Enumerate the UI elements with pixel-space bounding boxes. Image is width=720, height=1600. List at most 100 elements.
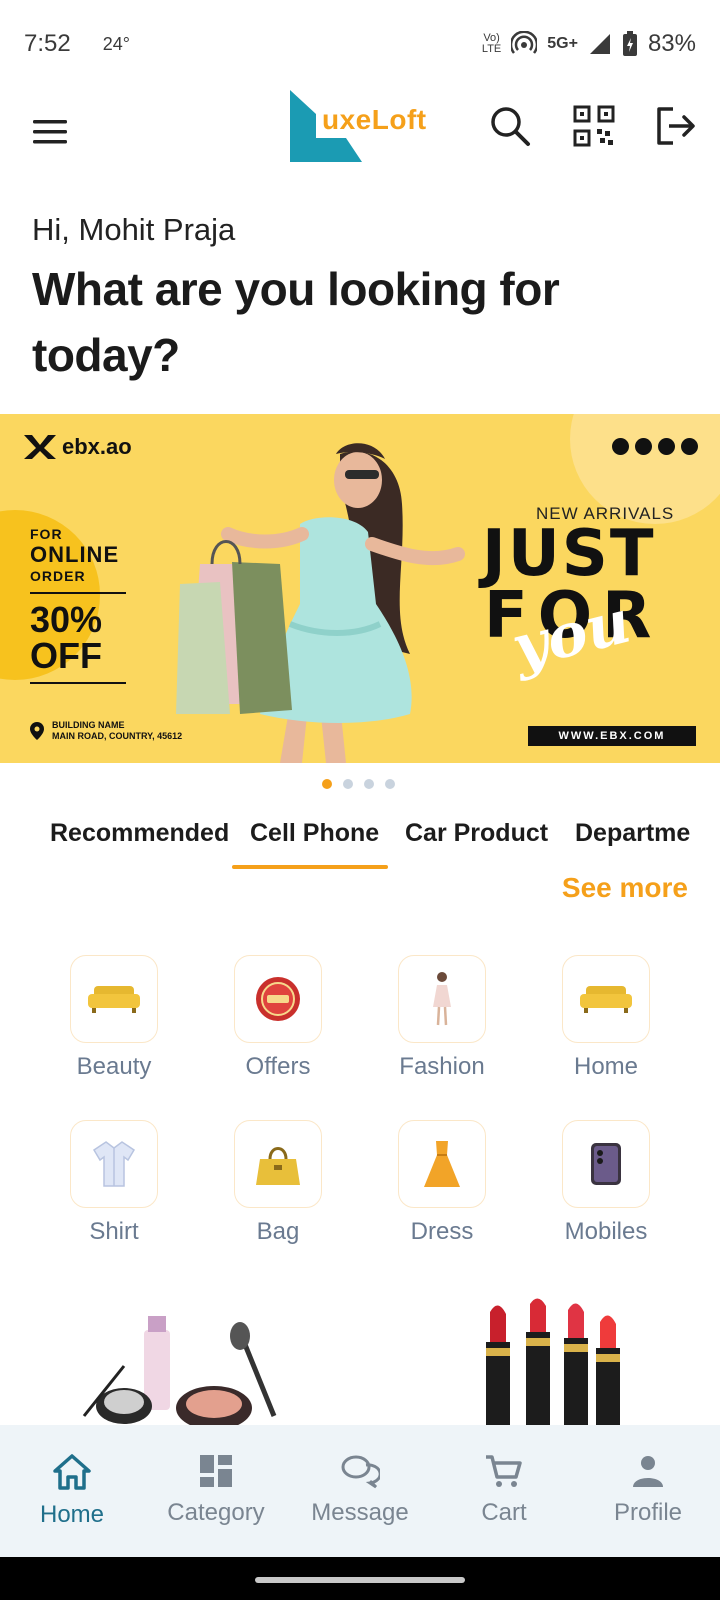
tab-car-product[interactable]: Car Product <box>405 808 548 870</box>
carousel-dot[interactable] <box>343 779 353 789</box>
carousel-dot[interactable] <box>364 779 374 789</box>
tab-cell-phone[interactable]: Cell Phone <box>250 808 379 870</box>
category-fashion[interactable]: Fashion <box>377 955 507 1081</box>
nav-cart[interactable]: Cart <box>432 1425 576 1557</box>
category-label: Mobiles <box>564 1218 648 1245</box>
status-icons: Vo) LTE 5G+ 83% <box>482 30 696 58</box>
home-icon <box>53 1454 91 1490</box>
volte-bottom-label: LTE <box>481 43 502 55</box>
category-label: Fashion <box>399 1053 485 1080</box>
nav-label: Category <box>167 1499 265 1526</box>
search-button[interactable] <box>486 102 534 150</box>
product-strip <box>0 1290 720 1425</box>
carousel-indicator <box>322 779 395 789</box>
category-tile <box>234 1120 322 1208</box>
category-label: Dress <box>410 1218 474 1245</box>
category-label: Bag <box>256 1218 300 1245</box>
network-type-label: 5G+ <box>547 35 578 52</box>
status-time: 7:52 <box>24 30 71 57</box>
category-beauty[interactable]: Beauty <box>49 955 179 1081</box>
nav-category[interactable]: Category <box>144 1425 288 1557</box>
category-tile <box>70 955 158 1043</box>
logout-icon <box>657 107 695 145</box>
handbag-icon <box>256 1147 300 1185</box>
category-tile <box>562 1120 650 1208</box>
category-label: Shirt <box>89 1218 139 1245</box>
hamburger-icon <box>33 120 67 144</box>
active-tab-indicator <box>232 865 388 869</box>
bottom-navigation: Home Category Message Cart Profile <box>0 1425 720 1557</box>
chat-bubbles-icon <box>341 1455 380 1489</box>
cart-icon <box>486 1455 522 1487</box>
search-icon <box>491 107 530 146</box>
category-bag[interactable]: Bag <box>213 1120 343 1246</box>
carousel-dot[interactable] <box>322 779 332 789</box>
category-tile <box>234 955 322 1043</box>
category-tile <box>398 1120 486 1208</box>
promo-banner[interactable]: ebx.ao FOR ONLINE ORDER 30% OFF BUILDING… <box>0 414 720 763</box>
status-temperature: 24° <box>102 33 130 54</box>
nav-label: Home <box>39 1501 105 1528</box>
facebook-icon <box>635 438 652 455</box>
category-tabs: Recommended Cell Phone Car Product Depar… <box>0 808 690 870</box>
social-icons <box>612 438 698 455</box>
sofa-icon <box>580 986 632 1013</box>
offer-badge-icon <box>256 977 300 1021</box>
carousel-dot[interactable] <box>385 779 395 789</box>
qr-scan-button[interactable] <box>570 102 618 150</box>
offer-divider <box>30 592 126 594</box>
tab-department[interactable]: Departme <box>575 808 690 870</box>
phone-icon <box>591 1143 621 1185</box>
menu-button[interactable] <box>30 112 70 152</box>
battery-percent: 83% <box>647 30 696 57</box>
banner-brand: ebx.ao <box>24 434 132 460</box>
offer-order: ORDER <box>30 568 86 584</box>
offer-for: FOR <box>30 526 63 542</box>
banner-brand-name: ebx.ao <box>62 434 132 459</box>
instagram-icon <box>612 438 629 455</box>
category-mobiles[interactable]: Mobiles <box>541 1120 671 1246</box>
offer-off: OFF <box>30 635 102 676</box>
nav-label: Cart <box>481 1499 527 1526</box>
dress-icon <box>424 1141 460 1187</box>
offer-percent: 30% <box>30 599 103 640</box>
shirt-icon <box>92 1141 136 1187</box>
category-shirt[interactable]: Shirt <box>49 1120 179 1246</box>
offer-divider <box>30 682 126 684</box>
sofa-icon <box>88 986 140 1013</box>
category-tile <box>70 1120 158 1208</box>
logout-button[interactable] <box>652 102 700 150</box>
banner-website: WWW.EBX.COM <box>528 726 696 746</box>
product-lipstick-image[interactable] <box>470 1292 630 1425</box>
app-header: uxeLoft <box>0 88 720 188</box>
home-gesture-handle[interactable] <box>255 1577 465 1583</box>
category-home[interactable]: Home <box>541 955 671 1081</box>
offer-block: FOR ONLINE ORDER 30% OFF <box>30 526 126 692</box>
category-offers[interactable]: Offers <box>213 955 343 1081</box>
tab-recommended[interactable]: Recommended <box>50 808 229 870</box>
category-dress[interactable]: Dress <box>377 1120 507 1246</box>
fashion-model-icon <box>433 972 451 1026</box>
nav-message[interactable]: Message <box>288 1425 432 1557</box>
twitter-icon <box>658 438 675 455</box>
nav-label: Message <box>311 1499 409 1526</box>
offer-online: ONLINE <box>30 542 120 567</box>
see-more-link[interactable]: See more <box>562 872 688 904</box>
whatsapp-icon <box>681 438 698 455</box>
category-grid-icon <box>200 1455 232 1487</box>
product-cosmetics-image[interactable] <box>64 1306 304 1425</box>
category-tile <box>562 955 650 1043</box>
person-icon <box>633 1456 663 1487</box>
category-label: Home <box>573 1053 639 1080</box>
nav-home[interactable]: Home <box>0 1425 144 1557</box>
nav-label: Profile <box>613 1499 683 1526</box>
signal-icon <box>589 34 610 54</box>
greeting-text: Hi, Mohit Praja <box>32 212 236 247</box>
category-label: Offers <box>245 1053 311 1080</box>
brand-x-icon <box>24 435 56 459</box>
hotspot-icon <box>511 31 538 54</box>
banner-just: JUST <box>482 517 656 591</box>
location-pin-icon <box>30 722 44 740</box>
nav-profile[interactable]: Profile <box>576 1425 720 1557</box>
qr-code-icon <box>573 105 615 147</box>
